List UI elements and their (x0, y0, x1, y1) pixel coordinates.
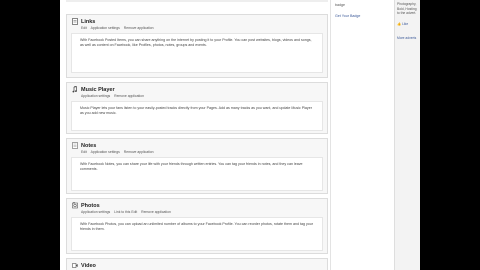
app-action-links: Application settings Remove application (67, 94, 327, 99)
remove-application-link[interactable]: Remove application (114, 94, 144, 98)
badge-text: badge (335, 3, 345, 7)
edit-link[interactable]: Edit (81, 150, 87, 154)
remove-application-link[interactable]: Remove application (124, 26, 154, 30)
app-box-music-player: Music Player Application settings Remove… (66, 82, 328, 134)
application-settings-link[interactable]: Application settings (91, 150, 120, 154)
app-box-notes: Notes Edit Application settings Remove a… (66, 138, 328, 194)
edit-link[interactable]: Edit (81, 26, 87, 30)
app-action-links: Edit Application settings Remove applica… (67, 26, 327, 31)
notes-icon (72, 142, 78, 149)
app-box-video: Video (66, 258, 328, 270)
app-title[interactable]: Links (81, 19, 95, 25)
thumbs-up-icon: 👍 (397, 21, 402, 26)
like-label: Like (402, 21, 409, 26)
app-box-links: Links Edit Application settings Remove a… (66, 14, 328, 78)
link-to-this-tab-link[interactable]: Link to this Edit (114, 210, 137, 214)
adverts-column: Photography, Bold, Hosting to the advert… (394, 0, 420, 270)
app-description: With Facebook Photos, you can upload an … (71, 217, 323, 251)
app-action-links: Edit Application settings Remove applica… (67, 150, 327, 155)
application-settings-link[interactable]: Application settings (91, 26, 120, 30)
video-icon (72, 262, 78, 269)
app-title[interactable]: Photos (81, 203, 100, 209)
app-title[interactable]: Video (81, 263, 96, 269)
app-action-links: Application settings Link to this Edit R… (67, 210, 327, 215)
music-note-icon (72, 86, 78, 93)
get-your-badge-link[interactable]: Get Your Badge (331, 11, 395, 21)
right-column: badge Get Your Badge (330, 0, 395, 270)
photos-icon (72, 202, 78, 209)
applications-list: Links Edit Application settings Remove a… (66, 0, 328, 270)
app-title[interactable]: Music Player (81, 87, 115, 93)
divider (66, 0, 328, 2)
like-button[interactable]: 👍 Like (395, 18, 420, 30)
remove-application-link[interactable]: Remove application (124, 150, 154, 154)
app-box-photos: Photos Application settings Link to this… (66, 198, 328, 254)
more-adverts-link[interactable]: More adverts (395, 30, 420, 46)
facebook-page: Links Edit Application settings Remove a… (60, 0, 420, 270)
advert-text: Photography, Bold, Hosting to the advert… (397, 2, 417, 15)
app-description: With Facebook Notes, you can share your … (71, 157, 323, 191)
application-settings-link[interactable]: Application settings (81, 210, 110, 214)
link-icon (72, 18, 78, 25)
remove-application-link[interactable]: Remove application (141, 210, 171, 214)
app-title[interactable]: Notes (81, 143, 96, 149)
app-description: With Facebook Posted Items, you can shar… (71, 33, 323, 73)
app-description: Music Player lets your fans listen to yo… (71, 101, 323, 131)
application-settings-link[interactable]: Application settings (81, 94, 110, 98)
